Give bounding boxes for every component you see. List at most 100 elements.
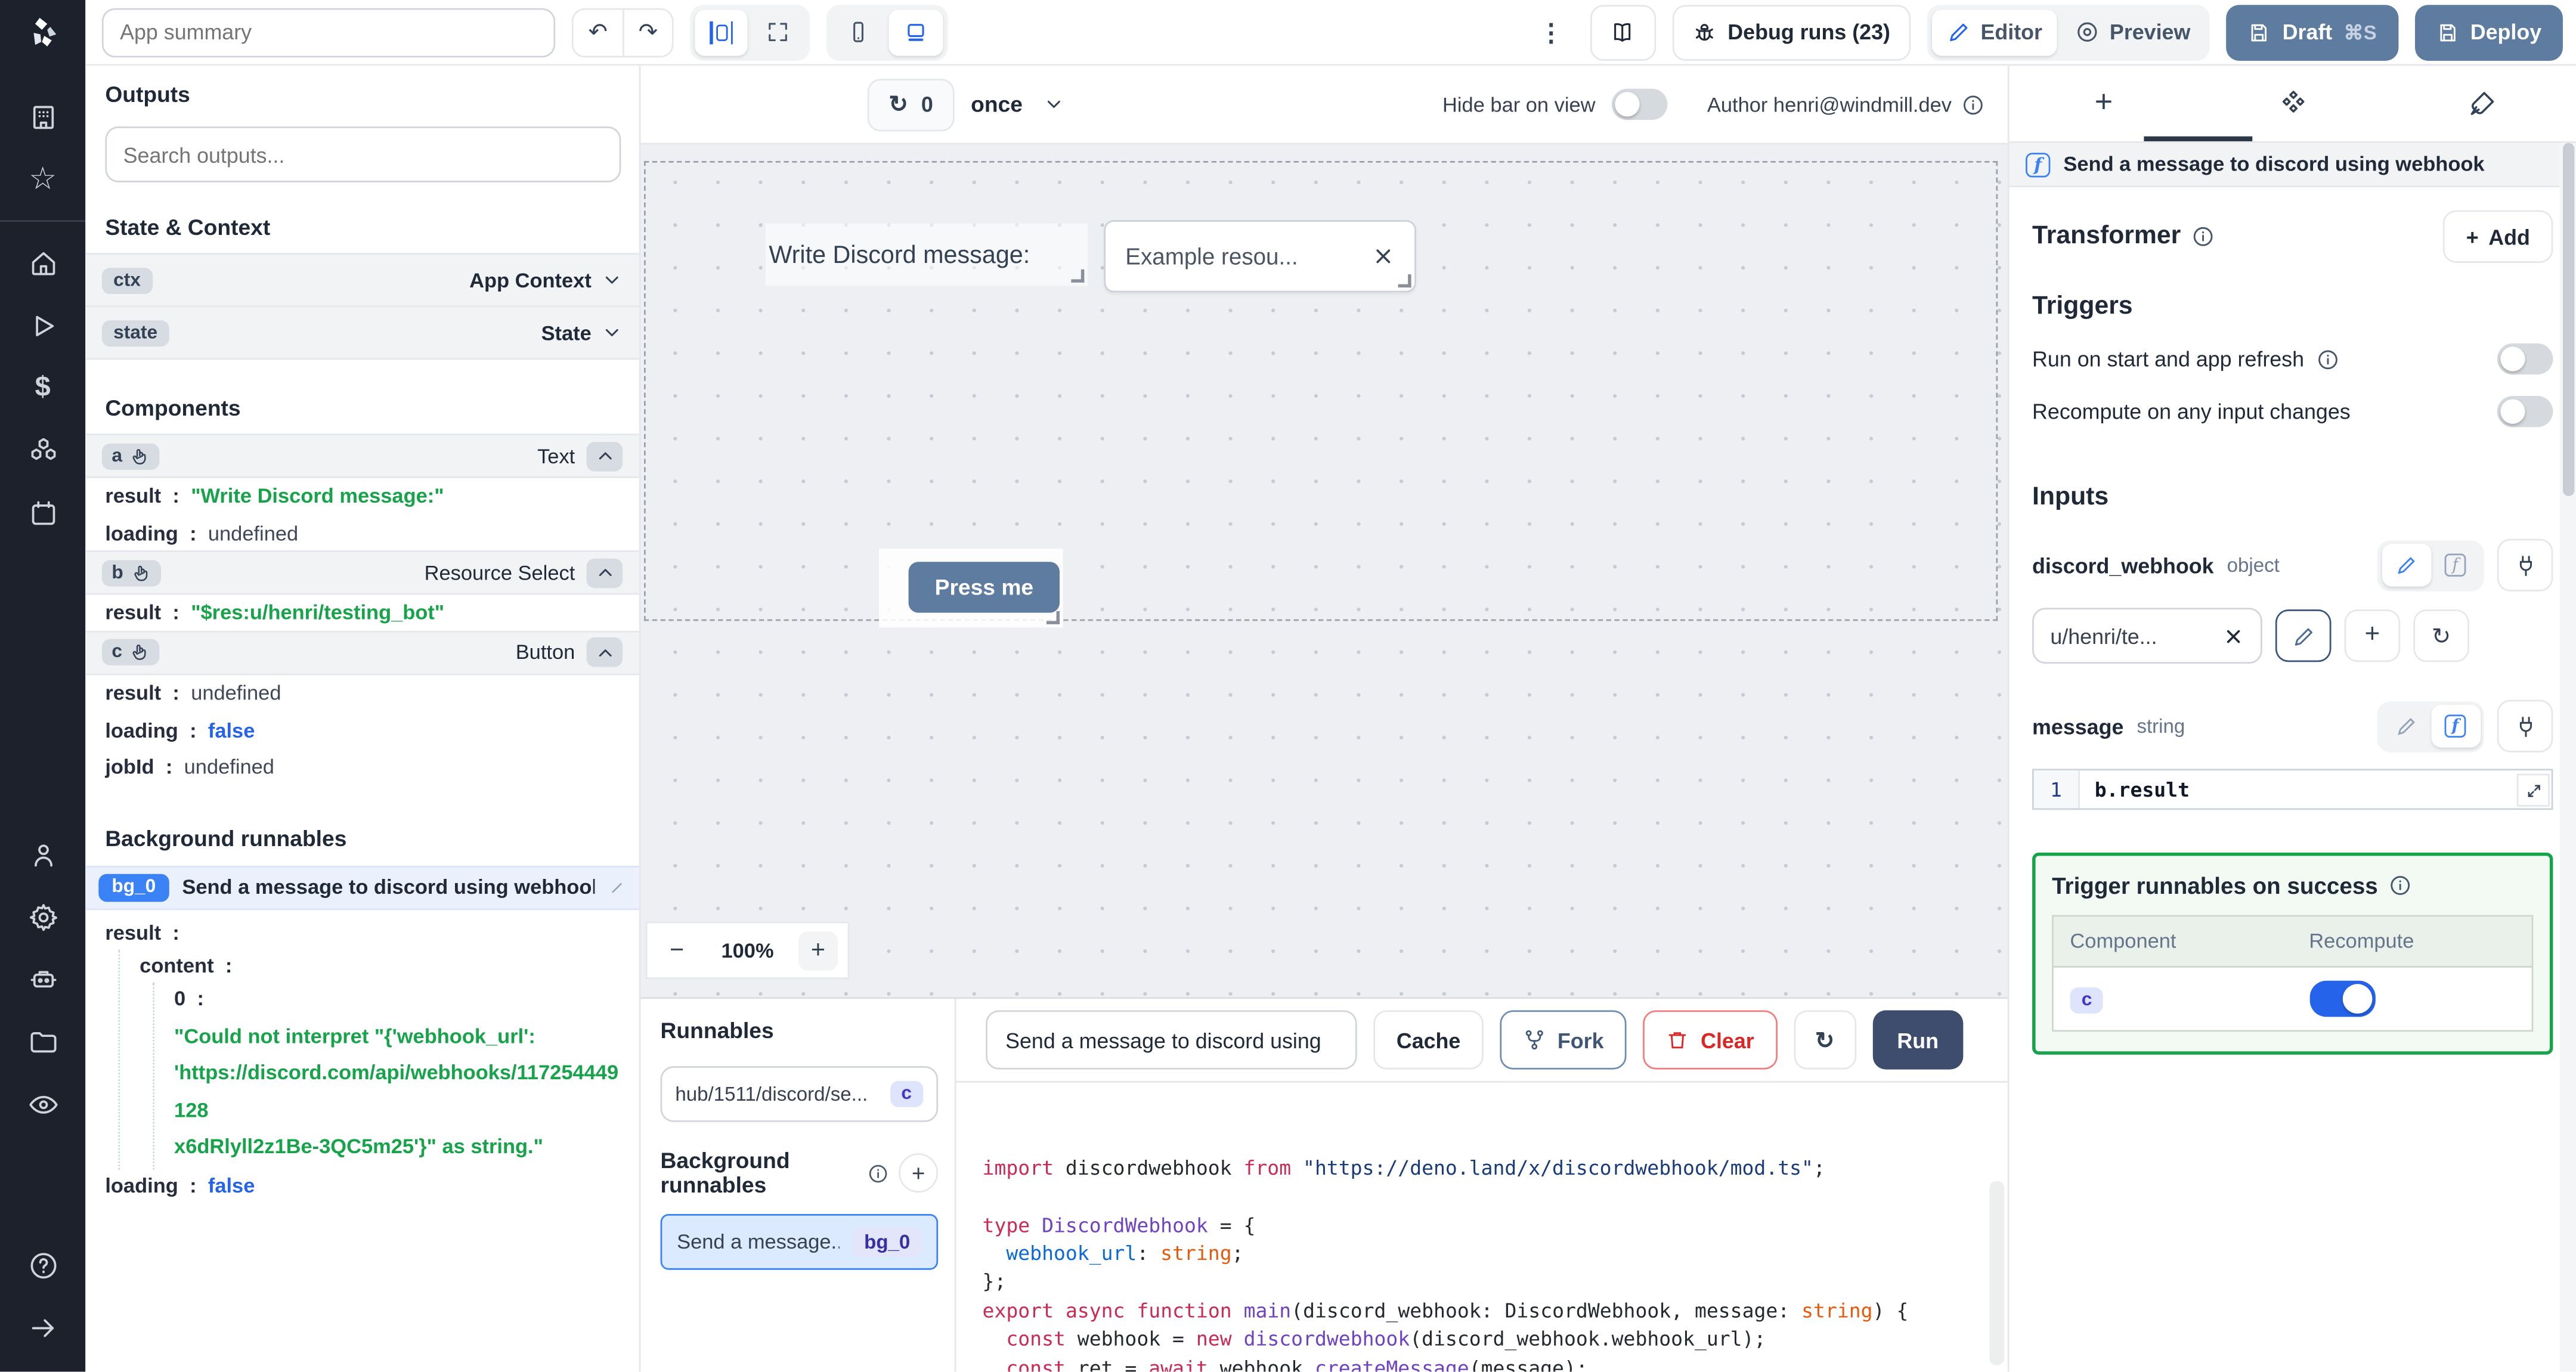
static-mode-button[interactable] bbox=[2382, 705, 2431, 748]
resize-handle[interactable] bbox=[1398, 274, 1411, 288]
context-row-state[interactable]: state State bbox=[85, 305, 639, 360]
undo-button[interactable]: ↶ bbox=[573, 9, 623, 55]
variables-dollar-icon[interactable]: $ bbox=[0, 357, 85, 419]
context-row-ctx[interactable]: ctx App Context bbox=[85, 253, 639, 308]
fork-button[interactable]: Fork bbox=[1500, 1010, 1627, 1070]
plug-icon bbox=[2519, 555, 2531, 575]
more-menu-button[interactable]: ⋮ bbox=[1529, 17, 1573, 47]
static-mode-button[interactable] bbox=[2381, 543, 2431, 587]
tab-component-settings[interactable] bbox=[2198, 66, 2387, 141]
users-person-icon[interactable] bbox=[0, 823, 85, 885]
add-transformer-button[interactable]: + Add bbox=[2443, 210, 2553, 263]
hide-bar-toggle[interactable] bbox=[1612, 88, 1668, 120]
info-icon[interactable] bbox=[1962, 93, 1985, 116]
bg0-runnable-item[interactable]: Send a message... bg_0 bbox=[660, 1214, 939, 1270]
refresh-resource-button[interactable]: ↻ bbox=[2413, 609, 2469, 662]
add-runnable-button[interactable]: + bbox=[899, 1153, 939, 1193]
search-outputs-input[interactable] bbox=[105, 126, 621, 182]
run-on-start-toggle[interactable] bbox=[2497, 343, 2553, 375]
tab-editor[interactable]: Editor bbox=[1931, 9, 2057, 55]
schedules-calendar-icon[interactable] bbox=[0, 481, 85, 544]
resource-picker[interactable]: u/henri/te... bbox=[2032, 608, 2262, 664]
resize-handle[interactable] bbox=[1071, 269, 1085, 283]
info-icon[interactable] bbox=[868, 1162, 889, 1184]
run-button[interactable]: Run bbox=[1872, 1010, 1964, 1070]
help-icon[interactable] bbox=[0, 1234, 85, 1296]
home-icon[interactable] bbox=[0, 231, 85, 294]
right-scrollbar[interactable] bbox=[2559, 143, 2576, 1372]
collapse-arrow-icon[interactable] bbox=[0, 1296, 85, 1359]
copy-code-button[interactable] bbox=[1886, 1116, 1916, 1145]
background-runnables-title: Background runnables bbox=[105, 826, 347, 851]
expand-editor-button[interactable] bbox=[2516, 773, 2550, 807]
press-me-button[interactable]: Press me bbox=[908, 562, 1060, 613]
bg0-header[interactable]: bg_0 Send a message to discord using web… bbox=[85, 865, 639, 910]
workspace-icon[interactable] bbox=[0, 85, 85, 148]
info-icon[interactable] bbox=[2315, 348, 2339, 371]
clear-icon[interactable] bbox=[1372, 245, 1395, 268]
resource-select-component[interactable]: Example resou... bbox=[1104, 220, 1416, 293]
workers-robot-icon[interactable] bbox=[0, 948, 85, 1011]
clear-icon[interactable] bbox=[2223, 625, 2244, 646]
eval-mode-button[interactable]: f bbox=[2431, 704, 2480, 748]
chevron-down-icon[interactable] bbox=[601, 270, 623, 291]
collapse-button[interactable] bbox=[586, 638, 623, 668]
refresh-count-button[interactable]: ↻ 0 bbox=[867, 78, 955, 131]
desktop-view-button[interactable] bbox=[888, 9, 943, 55]
collapse-button[interactable] bbox=[586, 558, 623, 588]
edit-resource-button[interactable] bbox=[2275, 609, 2332, 662]
component-header-b[interactable]: b Resource Select bbox=[85, 550, 639, 596]
favorites-star-icon[interactable]: ☆ bbox=[0, 148, 85, 210]
info-icon[interactable] bbox=[2389, 874, 2413, 897]
debug-runs-button[interactable]: Debug runs (23) bbox=[1671, 4, 1911, 60]
edit-icon[interactable] bbox=[608, 878, 626, 896]
hub-script-item[interactable]: hub/1511/discord/se... c bbox=[660, 1066, 939, 1122]
connect-input-button[interactable] bbox=[2497, 699, 2553, 752]
refresh-script-button[interactable]: ↻ bbox=[1793, 1010, 1856, 1070]
tab-preview[interactable]: Preview bbox=[2060, 9, 2205, 55]
frequency-dropdown[interactable]: once bbox=[971, 92, 1065, 117]
collapse-button[interactable] bbox=[586, 441, 623, 471]
cache-button[interactable]: Cache bbox=[1373, 1010, 1484, 1070]
property-row: result: "Write Discord message:" bbox=[105, 484, 444, 508]
deploy-button[interactable]: Deploy bbox=[2414, 4, 2563, 60]
button-component[interactable]: Press me bbox=[878, 549, 1063, 628]
create-resource-button[interactable]: + bbox=[2344, 609, 2401, 662]
settings-gear-icon[interactable] bbox=[0, 885, 85, 948]
fullscreen-button[interactable] bbox=[751, 9, 805, 55]
code-scrollbar[interactable] bbox=[1989, 1181, 2005, 1365]
center-align-button[interactable] bbox=[695, 9, 748, 55]
bottom-panel: Runnables hub/1511/discord/se... c Backg… bbox=[640, 997, 2008, 1372]
script-name-input[interactable]: Send a message to discord using bbox=[986, 1010, 1357, 1070]
connect-input-button[interactable] bbox=[2497, 538, 2553, 591]
app-summary-input[interactable] bbox=[101, 7, 556, 57]
resources-cubes-icon[interactable] bbox=[0, 419, 85, 482]
text-component[interactable]: Write Discord message: bbox=[765, 223, 1088, 286]
chevron-down-icon[interactable] bbox=[601, 322, 623, 343]
draft-button[interactable]: Draft ⌘S bbox=[2226, 4, 2398, 60]
audit-eye-icon[interactable] bbox=[0, 1073, 85, 1135]
code-editor[interactable]: import discordwebhook from "https://deno… bbox=[956, 1080, 2008, 1372]
message-expression-editor[interactable]: 1 b.result bbox=[2032, 769, 2553, 810]
zoom-in-button[interactable]: + bbox=[798, 930, 838, 970]
tab-style[interactable] bbox=[2387, 66, 2576, 141]
zoom-out-button[interactable]: − bbox=[657, 931, 696, 970]
redo-button[interactable]: ↷ bbox=[623, 9, 672, 55]
app-canvas[interactable]: Write Discord message: Example resou... … bbox=[640, 143, 2008, 998]
component-header-c[interactable]: c Button bbox=[85, 630, 639, 676]
resize-handle[interactable] bbox=[1046, 611, 1060, 624]
component-header-a[interactable]: a Text bbox=[85, 433, 639, 478]
recompute-toggle[interactable] bbox=[2497, 395, 2553, 428]
docs-button[interactable] bbox=[1589, 4, 1656, 60]
folders-icon[interactable] bbox=[0, 1010, 85, 1073]
runs-play-icon[interactable] bbox=[0, 294, 85, 357]
tab-insert-component[interactable]: + bbox=[2009, 66, 2198, 141]
eval-mode-button[interactable]: f bbox=[2431, 544, 2480, 587]
selected-runnable-title: Send a message to discord using webhook bbox=[2063, 153, 2485, 176]
selected-runnable-header: f Send a message to discord using webhoo… bbox=[2009, 143, 2576, 188]
windmill-logo[interactable] bbox=[0, 0, 85, 66]
recompute-c-toggle[interactable] bbox=[2309, 980, 2375, 1017]
info-icon[interactable] bbox=[2193, 225, 2216, 248]
clear-button[interactable]: Clear bbox=[1643, 1010, 1778, 1070]
mobile-view-button[interactable] bbox=[831, 9, 886, 55]
